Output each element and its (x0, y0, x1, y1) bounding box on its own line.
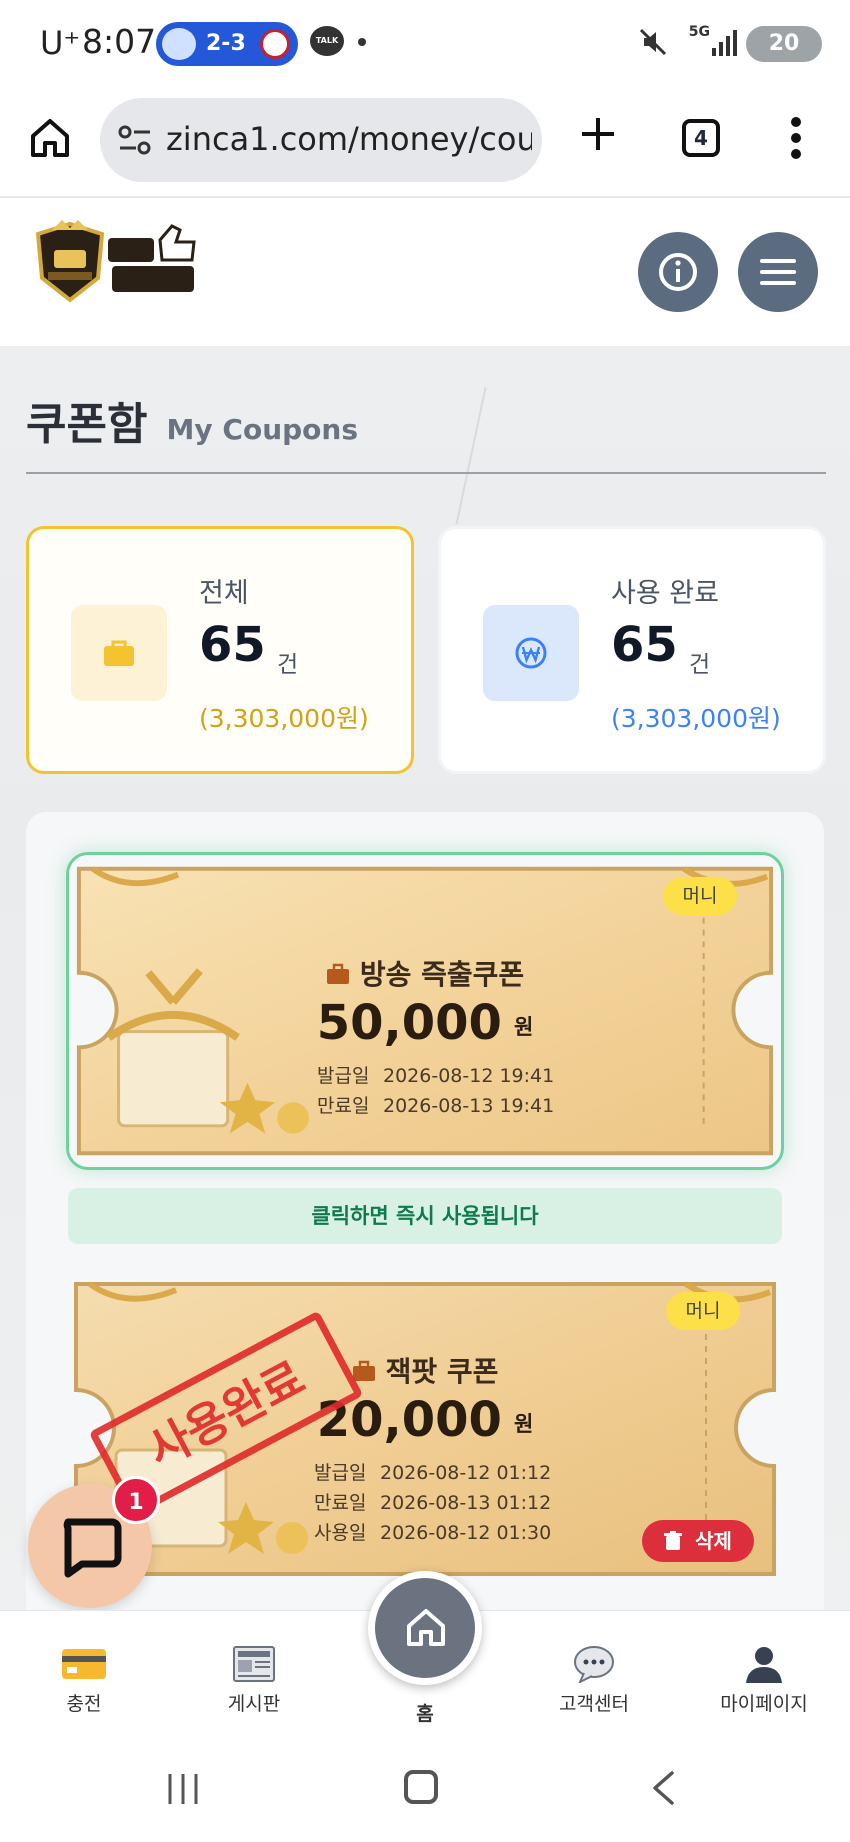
issued-date: 2026-08-12 01:12 (380, 1462, 552, 1484)
issued-date-row: 발급일 2026-08-12 19:41 (317, 1061, 554, 1088)
stat-amount: (3,303,000원) (199, 704, 369, 733)
site-header (0, 198, 850, 346)
mute-icon (638, 26, 668, 62)
casino-logo[interactable] (32, 220, 208, 304)
coupon-card[interactable]: 머니 잭팟 쿠폰 20,000 원 발급일 2026-08-12 01:12 만료일… (66, 1270, 784, 1588)
stat-unit: 건 (689, 652, 711, 678)
title-divider (26, 472, 826, 474)
speech-bubble-icon (572, 1645, 616, 1685)
stat-amount: (3,303,000원) (611, 704, 781, 733)
expiry-date-row: 만료일 2026-08-13 01:12 (314, 1488, 551, 1515)
url-bar[interactable]: zinca1.com/money/coup (100, 98, 542, 182)
new-tab-icon[interactable] (578, 114, 618, 154)
recent-apps-icon[interactable] (166, 1772, 200, 1810)
expires-label: 만료일 (317, 1095, 370, 1117)
issued-date: 2026-08-12 19:41 (383, 1065, 555, 1087)
home-button[interactable] (368, 1571, 482, 1685)
trash-icon (664, 1529, 695, 1553)
coupon-name-row: 잭팟 쿠폰 (66, 1350, 784, 1390)
nav-charge[interactable]: 충전 (14, 1645, 154, 1716)
issued-label: 발급일 (317, 1065, 370, 1087)
bottom-navigation: 충전 게시판 홈 고객센터 마이페이지 (0, 1571, 850, 1738)
score-text: 2-3 (206, 31, 246, 56)
stat-count: 65 (199, 617, 266, 673)
coupon-amount: 50,000 (316, 995, 502, 1051)
expiry-date-row: 만료일 2026-08-13 19:41 (317, 1091, 554, 1118)
marble-texture (455, 387, 487, 525)
unread-badge: 1 (112, 1476, 160, 1524)
used-date: 2026-08-12 01:30 (380, 1522, 552, 1544)
back-icon[interactable] (650, 1770, 676, 1810)
credit-card-icon (62, 1645, 106, 1683)
browser-menu-icon[interactable] (790, 116, 802, 160)
clock: 8:07 (82, 22, 157, 61)
coupon-name: 잭팟 쿠폰 (385, 1355, 499, 1388)
page-title: 쿠폰함 (26, 399, 148, 450)
delete-label: 삭제 (695, 1529, 732, 1553)
info-button[interactable] (638, 232, 718, 312)
user-silhouette-icon (742, 1645, 786, 1683)
system-home-icon[interactable] (404, 1770, 438, 1804)
nav-board[interactable]: 게시판 (184, 1645, 324, 1716)
nav-label: 충전 (66, 1693, 102, 1715)
stat-unit: 건 (277, 652, 299, 678)
newspaper-icon (232, 1645, 276, 1683)
nav-label: 고객센터 (559, 1693, 629, 1715)
notification-dot-icon (358, 38, 366, 46)
tab-switcher-button[interactable]: 4 (682, 119, 720, 157)
network-type: 5G (688, 24, 710, 40)
nav-label-home: 홈 (416, 1703, 434, 1725)
expires-label: 만료일 (314, 1492, 367, 1514)
coupon-amount-row: 50,000 원 (69, 995, 781, 1051)
page-subtitle: My Coupons (166, 413, 359, 446)
live-score-pill[interactable]: 2-3 (156, 22, 298, 66)
stat-card-all[interactable]: 전체 65 건 (3,303,000원) (26, 526, 414, 774)
issued-label: 발급일 (314, 1462, 367, 1484)
status-bar: U⁺ 8:07 2-3 TALK 5G 20 (0, 0, 850, 86)
signal-icon (712, 26, 738, 62)
coupon-page: 쿠폰함 My Coupons 전체 65 건 (3,303,000원) 사용 완… (0, 346, 850, 1610)
stat-card-used[interactable]: 사용 완료 65 건 (3,303,000원) (438, 526, 826, 774)
hamburger-menu-button[interactable] (738, 232, 818, 312)
stat-icon-box (483, 605, 579, 701)
expiry-date: 2026-08-13 01:12 (380, 1492, 552, 1514)
used-date-row: 사용일 2026-08-12 01:30 (314, 1518, 551, 1545)
coupon-card[interactable]: 머니 방송 즉출쿠폰 50,000 원 발급일 2026-08-12 19:41 만… (66, 852, 784, 1170)
coupon-name: 방송 즉출쿠폰 (359, 958, 525, 991)
nav-mypage[interactable]: 마이페이지 (694, 1645, 834, 1716)
browser-home-icon[interactable] (28, 116, 72, 160)
stat-label: 사용 완료 (611, 578, 719, 609)
coupon-name-row: 방송 즉출쿠폰 (69, 953, 781, 993)
stat-count: 65 (611, 617, 678, 673)
system-navigation (0, 1738, 850, 1842)
nav-label: 마이페이지 (720, 1693, 808, 1715)
money-badge: 머니 (666, 1292, 740, 1330)
url-text[interactable]: zinca1.com/money/coup (166, 120, 532, 158)
briefcase-icon (326, 960, 350, 993)
talk-notification-icon: TALK (310, 26, 344, 56)
team-logo-icon (162, 28, 196, 60)
currency-unit: 원 (513, 1015, 534, 1039)
stat-icon-box (71, 605, 167, 701)
stat-label: 전체 (199, 578, 249, 609)
currency-unit: 원 (513, 1412, 534, 1436)
delete-coupon-button[interactable]: 삭제 (642, 1520, 754, 1562)
use-coupon-hint[interactable]: 클릭하면 즉시 사용됩니다 (68, 1188, 782, 1244)
issued-date-row: 발급일 2026-08-12 01:12 (314, 1458, 551, 1485)
carrier-label: U⁺ (40, 24, 81, 62)
team-logo-icon (260, 29, 290, 59)
expiry-date: 2026-08-13 19:41 (383, 1095, 555, 1117)
page-title-row: 쿠폰함 My Coupons (26, 388, 358, 452)
battery-indicator: 20 (746, 26, 822, 62)
nav-support[interactable]: 고객센터 (524, 1645, 664, 1716)
used-label: 사용일 (314, 1522, 367, 1544)
nav-label: 게시판 (227, 1693, 281, 1715)
money-badge: 머니 (663, 877, 737, 915)
browser-toolbar: zinca1.com/money/coup 4 (0, 86, 850, 198)
site-settings-icon[interactable] (118, 124, 152, 160)
